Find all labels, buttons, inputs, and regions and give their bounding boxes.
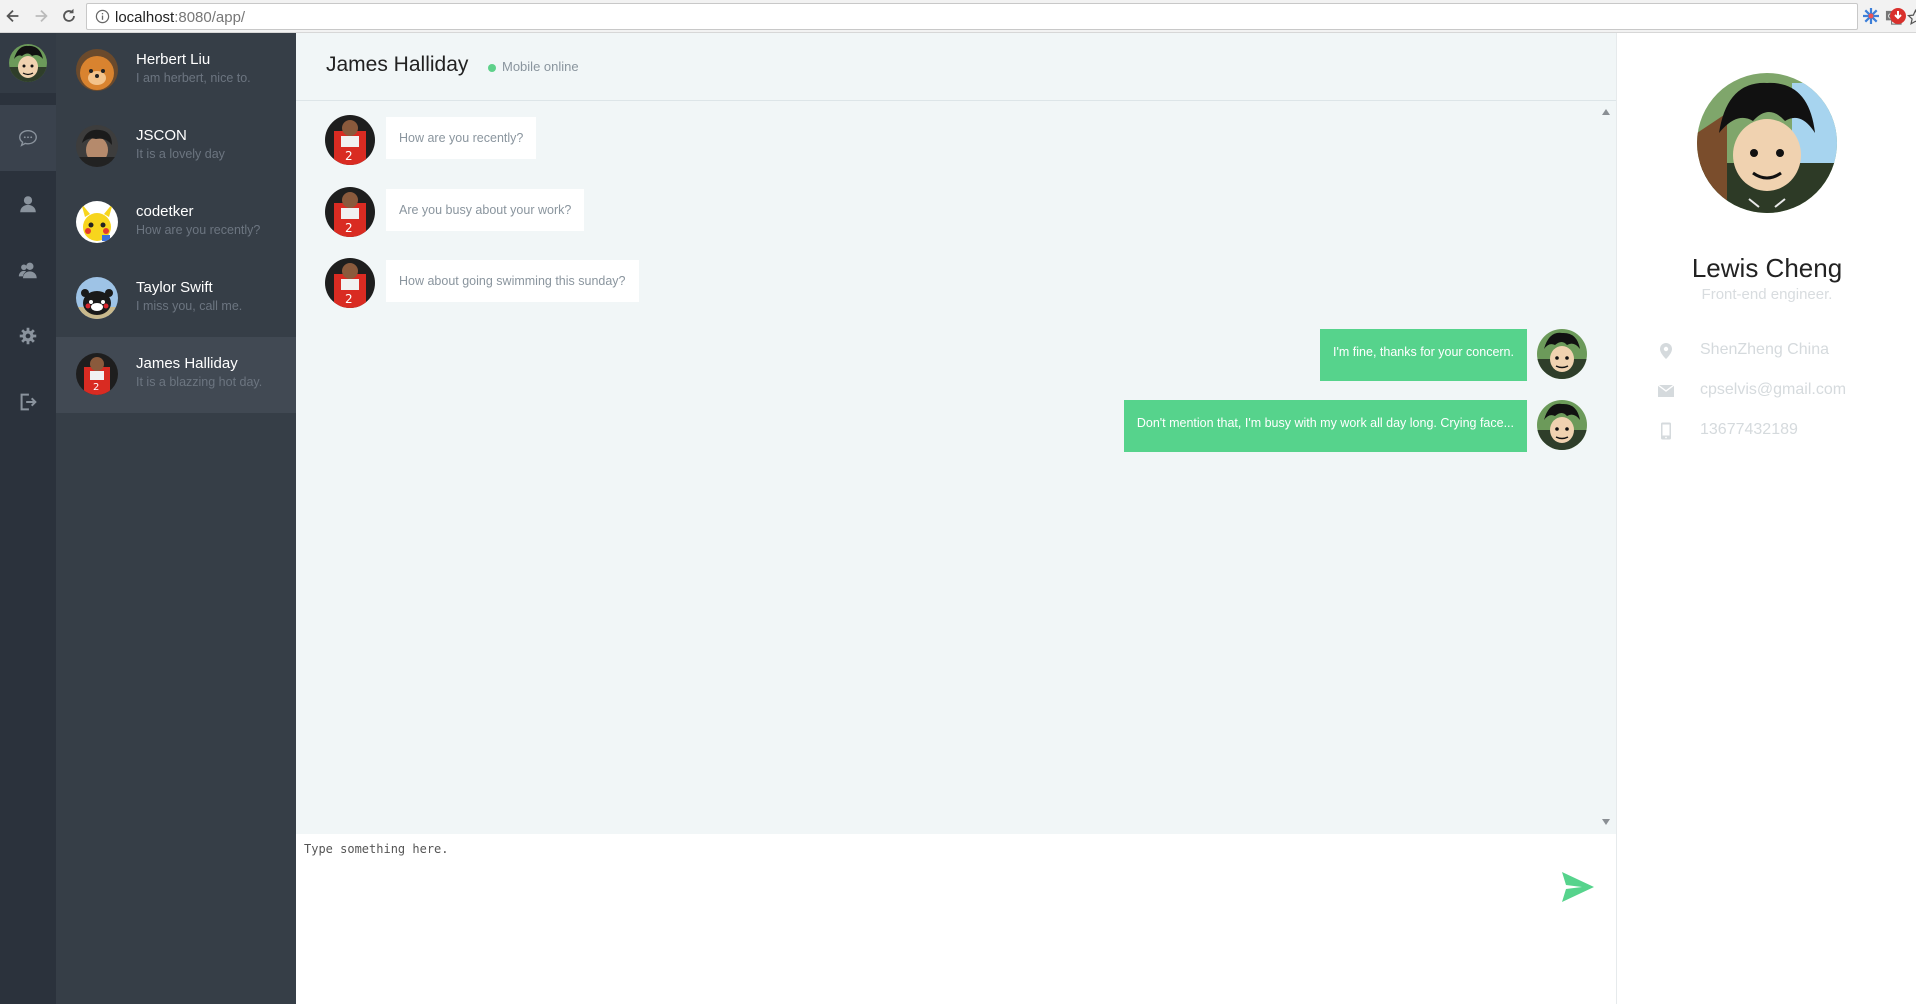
message-bubble: I'm fine, thanks for your concern.: [1320, 329, 1527, 381]
svg-text:2: 2: [93, 382, 99, 393]
svg-text:2: 2: [345, 292, 353, 306]
dog-avatar-icon: [76, 49, 118, 91]
contact-preview: How are you recently?: [136, 223, 261, 237]
chat-panel: James Halliday Mobile online 2 How are y…: [296, 33, 1616, 1004]
adblock-icon[interactable]: [1889, 7, 1907, 25]
contact-name: codetker: [136, 203, 194, 220]
luffy-avatar-icon: [1537, 400, 1587, 450]
contact-name: Herbert Liu: [136, 51, 211, 68]
player-avatar-icon: 2: [325, 187, 375, 237]
extension-icon[interactable]: [1862, 7, 1880, 25]
arrow-left-icon: [6, 9, 19, 23]
my-avatar[interactable]: [0, 33, 56, 93]
url-path: :8080/app/: [174, 9, 246, 26]
email-text: cpselvis@gmail.com: [1700, 381, 1847, 398]
online-status-text: Mobile online: [502, 59, 579, 74]
mobile-phone-icon: [1661, 422, 1671, 440]
luffy-avatar-icon: [9, 44, 47, 82]
message-composer: [296, 834, 1616, 1004]
gear-icon: [19, 327, 37, 345]
message-incoming: 2 How about going swimming this sunday?: [296, 258, 1616, 314]
scroll-down-arrow-icon[interactable]: [1602, 819, 1610, 825]
contact-taylor-swift[interactable]: Taylor Swift I miss you, call me.: [56, 261, 296, 337]
envelope-icon: [1657, 384, 1675, 397]
chat-bubble-icon: [19, 129, 37, 147]
kumamon-avatar-icon: [76, 277, 118, 319]
player-avatar-icon: 2: [76, 353, 118, 395]
person-avatar-icon: [76, 125, 118, 167]
contact-preview: I miss you, call me.: [136, 299, 243, 313]
message-incoming: 2 How are you recently?: [296, 115, 1616, 171]
chat-title: James Halliday: [326, 53, 469, 76]
url-text: localhost:8080/app/: [115, 9, 245, 26]
user-icon: [20, 196, 36, 213]
message-list[interactable]: 2 How are you recently? 2 Are you busy a…: [296, 101, 1616, 834]
message-incoming: 2 Are you busy about your work?: [296, 187, 1616, 243]
browser-toolbar: localhost:8080/app/ G: [0, 0, 1916, 33]
rail-contacts[interactable]: [0, 171, 56, 237]
contact-name: JSCON: [136, 127, 187, 144]
profile-panel: Lewis Cheng Front-end engineer. ShenZhen…: [1616, 33, 1916, 1004]
luffy-avatar-icon: [1537, 329, 1587, 379]
map-pin-icon: [1660, 343, 1672, 359]
profile-phone: 13677432189: [1657, 419, 1897, 445]
pikachu-avatar-icon: [76, 201, 118, 243]
chat-app: Herbert Liu I am herbert, nice to. JSCON…: [0, 33, 1916, 1004]
contact-name: Taylor Swift: [136, 279, 213, 296]
svg-text:2: 2: [345, 149, 353, 163]
address-bar[interactable]: localhost:8080/app/ G: [86, 3, 1916, 30]
player-avatar-icon: 2: [325, 258, 375, 308]
contact-jscon[interactable]: JSCON It is a lovely day: [56, 109, 296, 185]
sign-out-icon: [20, 393, 37, 411]
message-bubble: Don't mention that, I'm busy with my wor…: [1123, 400, 1527, 452]
info-icon[interactable]: [95, 9, 110, 24]
contact-james-halliday[interactable]: 2 James Halliday It is a blazzing hot da…: [56, 337, 296, 413]
message-input[interactable]: [304, 842, 1504, 992]
rail-settings[interactable]: [0, 303, 56, 369]
profile-email: cpselvis@gmail.com: [1657, 379, 1897, 405]
svg-text:2: 2: [345, 221, 353, 235]
contact-preview: It is a lovely day: [136, 147, 225, 161]
arrow-right-icon: [35, 9, 48, 23]
message-bubble: How are you recently?: [386, 117, 537, 159]
online-status-dot: [488, 64, 496, 72]
profile-location: ShenZheng China: [1657, 339, 1897, 365]
player-avatar-icon: 2: [325, 115, 375, 165]
icon-rail: [0, 33, 56, 1004]
contact-name: James Halliday: [136, 355, 238, 372]
forward-button[interactable]: [28, 3, 54, 29]
message-bubble: Are you busy about your work?: [386, 189, 585, 231]
message-bubble: How about going swimming this sunday?: [386, 260, 639, 302]
profile-avatar: [1697, 73, 1837, 213]
contact-preview: It is a blazzing hot day.: [136, 375, 263, 389]
send-icon[interactable]: [1560, 870, 1596, 904]
reload-button[interactable]: [56, 3, 82, 29]
contact-preview: I am herbert, nice to.: [136, 71, 251, 85]
reload-icon: [63, 8, 75, 22]
contacts-list: Herbert Liu I am herbert, nice to. JSCON…: [56, 33, 296, 1004]
bookmark-star-icon[interactable]: [1907, 9, 1916, 26]
contact-codetker[interactable]: codetker How are you recently?: [56, 185, 296, 261]
rail-groups[interactable]: [0, 237, 56, 303]
message-outgoing: Don't mention that, I'm busy with my wor…: [296, 400, 1616, 456]
url-host: localhost: [115, 9, 175, 26]
phone-text: 13677432189: [1700, 421, 1798, 438]
rail-logout[interactable]: [0, 369, 56, 435]
rail-messages[interactable]: [0, 105, 56, 171]
contact-herbert-liu[interactable]: Herbert Liu I am herbert, nice to.: [56, 33, 296, 109]
profile-name: Lewis Cheng: [1691, 253, 1843, 283]
profile-title: Front-end engineer.: [1701, 286, 1833, 303]
back-button[interactable]: [0, 3, 26, 29]
users-icon: [18, 262, 37, 279]
chat-header: James Halliday Mobile online: [296, 33, 1616, 101]
location-text: ShenZheng China: [1700, 341, 1829, 358]
message-outgoing: I'm fine, thanks for your concern.: [296, 329, 1616, 385]
